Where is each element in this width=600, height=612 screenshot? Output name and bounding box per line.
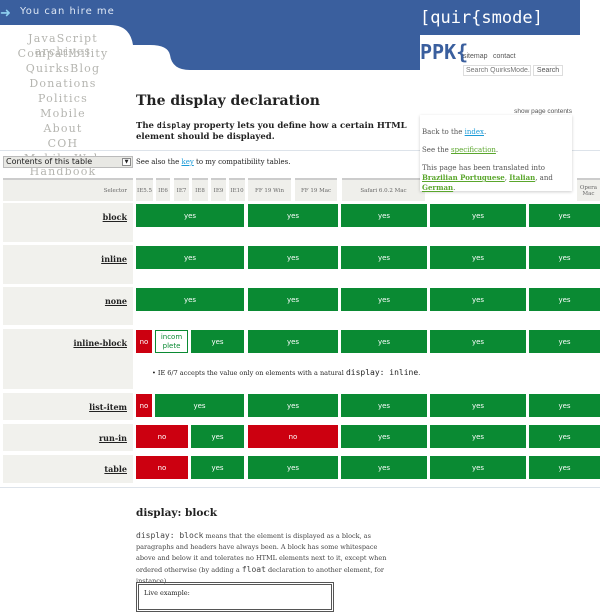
support-cell-yes: yes [248, 204, 338, 227]
selector-link[interactable]: run-in [99, 433, 127, 443]
support-cell-yes: yes [155, 394, 244, 417]
intro-text: The display property lets you define how… [136, 121, 407, 142]
nav-link[interactable]: Compatibility [0, 47, 126, 60]
support-cell-no: no [248, 425, 338, 448]
selector-cell: block [3, 203, 133, 242]
support-cell-yes: yes [248, 394, 338, 417]
german-link[interactable]: German [422, 183, 453, 192]
support-cell-no: no [136, 394, 152, 417]
column-header: Opera Mac [577, 178, 600, 201]
support-cell-yes: yes [341, 288, 427, 311]
support-cell-yes: yes [248, 330, 338, 353]
index-link[interactable]: index [465, 128, 484, 136]
column-header: IE8 [192, 178, 208, 201]
column-header: IE6 [156, 178, 170, 201]
support-cell-yes: yes [136, 204, 244, 227]
selector-cell: none [3, 287, 133, 325]
divider [0, 487, 600, 488]
support-cell-yes: yes [529, 425, 600, 448]
search-input[interactable] [463, 65, 531, 76]
nav-link[interactable]: Mobile [0, 107, 126, 120]
section-text: display: block means that the element is… [136, 531, 387, 585]
support-cell-yes: yes [430, 288, 526, 311]
selector-cell: run-in [3, 424, 133, 451]
selector-link[interactable]: inline-block [73, 338, 127, 348]
key-link[interactable]: key [181, 158, 193, 166]
column-header: IE5.5 [136, 178, 153, 201]
see-also-text: See also the key to my compatibility tab… [136, 158, 291, 166]
support-cell-yes: yes [136, 246, 244, 269]
selector-link[interactable]: list-item [89, 402, 127, 412]
live-example-box: Live example: [136, 582, 334, 612]
ppk-logo: PPK{ [420, 40, 469, 64]
nav-link[interactable]: QuirksBlog [0, 62, 126, 75]
support-cell-yes: yes [529, 288, 600, 311]
support-cell-yes: yes [529, 394, 600, 417]
support-cell-yes: yes [529, 330, 600, 353]
support-cell-yes: yes [430, 394, 526, 417]
selector-link[interactable]: none [105, 296, 127, 306]
support-cell-yes: yes [248, 246, 338, 269]
support-cell-yes: yes [529, 456, 600, 479]
chevron-down-icon: ▼ [122, 158, 131, 166]
column-header: FF 19 Mac [295, 178, 337, 201]
brazilian-portuguese-link[interactable]: Brazilian Portuguese [422, 173, 505, 182]
arrow-right-icon: ➜ [0, 6, 11, 21]
support-cell-yes: yes [430, 246, 526, 269]
support-cell-yes: yes [136, 288, 244, 311]
support-cell-yes: yes [341, 330, 427, 353]
page-contents-popup: Back to the index. See the specification… [420, 115, 572, 192]
support-cell-yes: yes [341, 204, 427, 227]
support-cell-yes: yes [341, 394, 427, 417]
support-cell-yes: yes [430, 330, 526, 353]
selector-link[interactable]: table [104, 464, 127, 474]
section-title: display: block [136, 507, 218, 519]
search-button[interactable]: Search [533, 65, 563, 76]
selector-cell: list-item [3, 393, 133, 420]
column-header: FF 19 Win [248, 178, 291, 201]
hire-me-link[interactable]: You can hire me [20, 6, 115, 17]
selector-cell: inline-block [3, 329, 133, 389]
column-header: IE9 [211, 178, 226, 201]
row-note: • IE 6/7 accepts the value only on eleme… [152, 368, 421, 377]
sitemap-link[interactable]: sitemap [463, 53, 488, 60]
nav-link[interactable]: About [0, 122, 126, 135]
support-cell-incomplete: incom plete [155, 330, 188, 353]
column-header: IE7 [174, 178, 189, 201]
column-header: Selector [3, 178, 133, 201]
column-header: IE10 [229, 178, 245, 201]
support-cell-yes: yes [341, 456, 427, 479]
selector-link[interactable]: inline [101, 254, 127, 264]
nav-link[interactable]: COH [0, 137, 126, 150]
support-cell-yes: yes [248, 456, 338, 479]
nav-link[interactable]: Politics [0, 92, 126, 105]
selector-cell: table [3, 455, 133, 483]
support-cell-yes: yes [191, 330, 244, 353]
column-header: Safari 6.0.2 Mac [342, 178, 425, 201]
support-cell-yes: yes [529, 246, 600, 269]
italian-link[interactable]: Italian [509, 173, 535, 182]
support-cell-yes: yes [430, 456, 526, 479]
specification-link[interactable]: specification [451, 146, 496, 154]
support-cell-no: no [136, 330, 152, 353]
nav-link[interactable]: Donations [0, 77, 126, 90]
support-cell-yes: yes [341, 425, 427, 448]
page-title: The display declaration [136, 93, 320, 109]
toc-select[interactable]: Contents of this table ▼ [3, 156, 133, 168]
support-cell-yes: yes [430, 425, 526, 448]
selector-cell: inline [3, 245, 133, 284]
support-cell-no: no [136, 425, 188, 448]
selector-link[interactable]: block [103, 212, 127, 222]
support-cell-yes: yes [341, 246, 427, 269]
support-cell-yes: yes [248, 288, 338, 311]
support-cell-yes: yes [191, 456, 244, 479]
support-cell-yes: yes [430, 204, 526, 227]
support-cell-yes: yes [191, 425, 244, 448]
contact-link[interactable]: contact [493, 53, 516, 60]
quirksmode-logo[interactable]: [quir{smode] [420, 8, 543, 28]
support-cell-yes: yes [529, 204, 600, 227]
support-cell-no: no [136, 456, 188, 479]
